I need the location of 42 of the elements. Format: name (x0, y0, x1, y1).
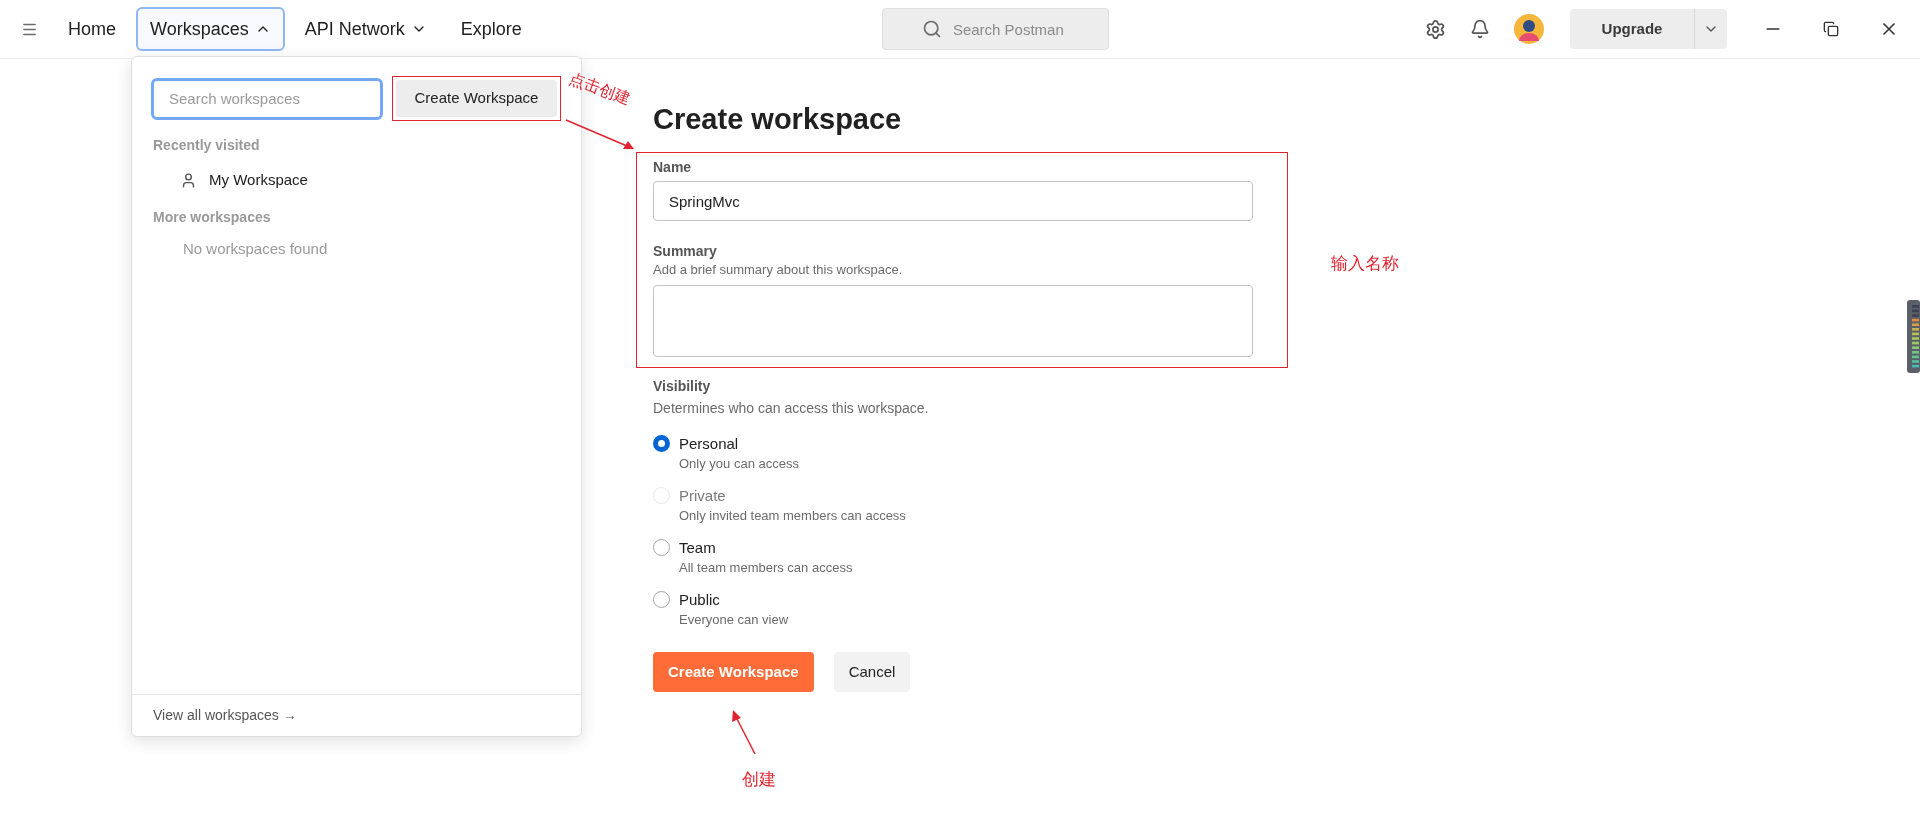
option-label: Private (679, 486, 727, 506)
option-description: Only invited team members can access (679, 507, 906, 525)
section-heading: More workspaces (153, 208, 272, 227)
empty-message: No workspaces found (183, 239, 329, 259)
summary-field[interactable] (653, 285, 1253, 357)
option-label: Personal (679, 434, 740, 454)
nav-tab[interactable]: API Network (290, 7, 441, 51)
cancel-button[interactable]: Cancel (833, 652, 911, 692)
annotation-text: 输入名称 (1331, 253, 1399, 275)
upgrade-button[interactable]: Upgrade (1570, 9, 1694, 49)
settings-icon[interactable] (1425, 18, 1446, 40)
annotation-arrow (565, 119, 635, 151)
radio-button[interactable] (653, 591, 670, 608)
field-hint: Determines who can access this workspace. (653, 399, 930, 418)
option-description: Everyone can view (679, 611, 789, 629)
restore-icon[interactable] (1823, 21, 1839, 37)
annotation-arrow (729, 709, 759, 755)
workspace-item[interactable]: My Workspace (180, 165, 560, 195)
option-label: Public (679, 590, 721, 610)
notifications-icon[interactable] (1470, 19, 1490, 39)
section-heading: Recently visited (153, 136, 261, 155)
person-icon (180, 171, 197, 189)
field-label: Visibility (653, 377, 712, 396)
annotation-text: 创建 (742, 769, 776, 791)
field-label: Summary (653, 242, 718, 261)
name-field[interactable]: SpringMvc (653, 181, 1253, 221)
view-all-link[interactable]: View all workspaces → (153, 705, 297, 726)
radio-button[interactable] (653, 539, 670, 556)
radio-button[interactable] (653, 435, 670, 452)
nav-tab[interactable]: Workspaces (136, 7, 285, 51)
option-label: Team (679, 538, 717, 558)
field-label: Name (653, 158, 693, 177)
page-title: Create workspace (653, 102, 903, 136)
field-hint: Add a brief summary about this workspace. (653, 261, 904, 279)
annotation-text: 点击创建 (566, 68, 635, 110)
option-description: All team members can access (679, 559, 853, 577)
option-description: Only you can access (679, 455, 799, 473)
nav-tab[interactable]: Home (54, 7, 130, 51)
avatar-icon[interactable] (1514, 14, 1544, 44)
search-field[interactable]: Search workspaces (151, 77, 383, 120)
create-workspace-button[interactable]: Create Workspace (396, 80, 557, 117)
nav-tab[interactable]: Explore (446, 7, 536, 51)
